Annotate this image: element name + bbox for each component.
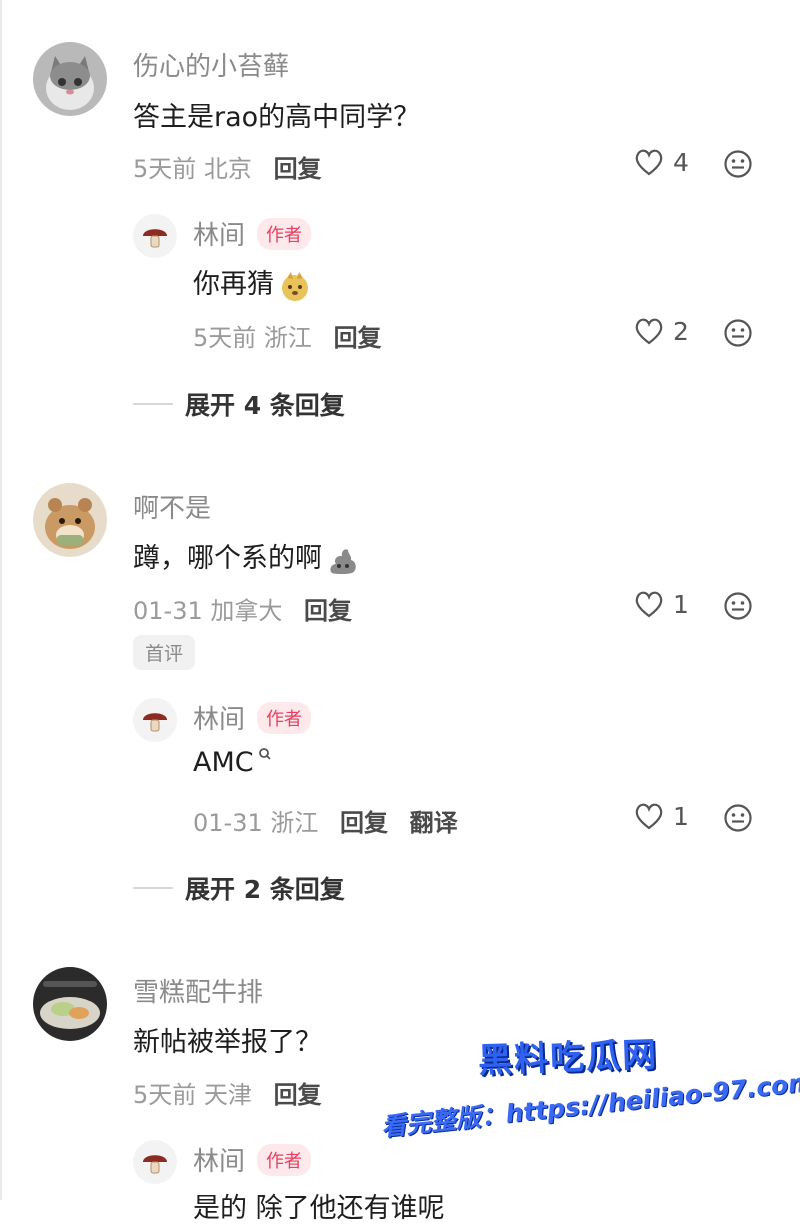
- like-count: 1: [673, 589, 689, 619]
- reply-meta: 5天前 浙江 回复: [193, 318, 382, 353]
- comment-username[interactable]: 啊不是: [133, 488, 211, 525]
- comment-text: 蹲，哪个系的啊: [133, 536, 360, 577]
- like-count: 2: [673, 316, 689, 346]
- comment-text: 答主是rao的高中同学？: [133, 102, 421, 133]
- reply-text: AMC: [193, 747, 273, 778]
- heart-icon: [635, 803, 663, 830]
- user-avatar[interactable]: [33, 967, 107, 1041]
- cat-avatar-icon: [33, 42, 107, 116]
- comment-list: 伤心的小苔藓 答主是rao的高中同学？ 5天前 北京 回复 4 林间 作者 你再猜…: [0, 0, 800, 1224]
- reply-time: 5天前: [193, 324, 257, 352]
- reply-button[interactable]: 回复: [274, 155, 322, 183]
- expand-replies-button[interactable]: 展开 2 条回复: [133, 870, 345, 906]
- first-comment-badge: 首评: [133, 635, 196, 670]
- author-badge: 作者: [257, 217, 312, 250]
- comment-text-content: 蹲，哪个系的啊: [133, 543, 322, 574]
- expand-divider: [133, 403, 173, 405]
- comment-location: 天津: [203, 1081, 252, 1109]
- reply-button[interactable]: 回复: [304, 597, 352, 625]
- comment-location: 加拿大: [210, 597, 283, 625]
- comment-location: 北京: [203, 155, 252, 183]
- reply-button[interactable]: 回复: [340, 809, 388, 837]
- reply-user-name[interactable]: 林间: [193, 221, 245, 251]
- reply-text-content: AMC: [193, 747, 254, 778]
- reply-location: 浙江: [263, 324, 312, 352]
- search-icon[interactable]: [257, 747, 273, 763]
- comment-text: 新帖被举报了？: [133, 1027, 322, 1058]
- author-badge: 作者: [257, 1143, 312, 1176]
- expand-label: 展开 4 条回复: [185, 391, 345, 420]
- mushroom-icon: [143, 229, 167, 248]
- left-border: [0, 0, 2, 1200]
- author-badge: 作者: [257, 701, 312, 734]
- comment-username[interactable]: 伤心的小苔藓: [133, 46, 289, 83]
- like-button[interactable]: 2: [633, 316, 689, 346]
- like-button[interactable]: 4: [633, 147, 689, 177]
- comment-time: 01-31: [133, 597, 203, 625]
- reply-username: 林间 作者: [193, 699, 312, 737]
- reply-button[interactable]: 回复: [334, 324, 382, 352]
- comment-meta: 01-31 加拿大 回复: [133, 591, 352, 626]
- author-avatar[interactable]: [133, 698, 177, 742]
- comment-meta: 5天前 天津 回复: [133, 1075, 322, 1110]
- user-avatar[interactable]: [33, 483, 107, 557]
- reply-time: 01-31: [193, 809, 263, 837]
- emoji-reaction-icon[interactable]: [723, 149, 753, 179]
- reply-meta: 01-31 浙江 回复 翻译: [193, 803, 458, 838]
- reply-button[interactable]: 回复: [274, 1081, 322, 1109]
- reply-user-name[interactable]: 林间: [193, 705, 245, 735]
- reply-location: 浙江: [270, 809, 319, 837]
- comment-time: 5天前: [133, 1081, 197, 1109]
- hamster-avatar-icon: [33, 483, 107, 557]
- like-button[interactable]: 1: [633, 589, 689, 619]
- heart-icon: [635, 149, 663, 176]
- dog-emoji-icon: [282, 271, 308, 301]
- comment-meta: 5天前 北京 回复: [133, 149, 322, 184]
- expand-divider: [133, 887, 173, 889]
- emoji-reaction-icon[interactable]: [723, 318, 753, 348]
- reply-text-content: 你再猜: [193, 269, 274, 300]
- like-button[interactable]: 1: [633, 801, 689, 831]
- comment-username[interactable]: 雪糕配牛排: [133, 972, 263, 1009]
- heart-icon: [635, 318, 663, 345]
- reply-username: 林间 作者: [193, 215, 312, 253]
- reply-text: 你再猜: [193, 262, 312, 303]
- mushroom-icon: [143, 1155, 167, 1174]
- food-avatar-icon: [33, 967, 107, 1041]
- expand-label: 展开 2 条回复: [185, 875, 345, 904]
- emoji-reaction-icon[interactable]: [723, 803, 753, 833]
- like-count: 1: [673, 801, 689, 831]
- author-avatar[interactable]: [133, 214, 177, 258]
- reply-username: 林间 作者: [193, 1141, 312, 1179]
- user-avatar[interactable]: [33, 42, 107, 116]
- watermark-brand: 黑料吃瓜网: [477, 1034, 659, 1082]
- like-count: 4: [673, 147, 689, 177]
- emoji-reaction-icon[interactable]: [723, 591, 753, 621]
- author-avatar[interactable]: [133, 1140, 177, 1184]
- translate-button[interactable]: 翻译: [410, 809, 458, 837]
- heart-icon: [635, 591, 663, 618]
- mushroom-icon: [143, 713, 167, 732]
- reply-user-name[interactable]: 林间: [193, 1147, 245, 1177]
- poop-emoji-icon: [330, 548, 356, 574]
- comment-time: 5天前: [133, 155, 197, 183]
- expand-replies-button[interactable]: 展开 4 条回复: [133, 386, 345, 422]
- reply-text: 是的 除了他还有谁呢: [193, 1193, 445, 1224]
